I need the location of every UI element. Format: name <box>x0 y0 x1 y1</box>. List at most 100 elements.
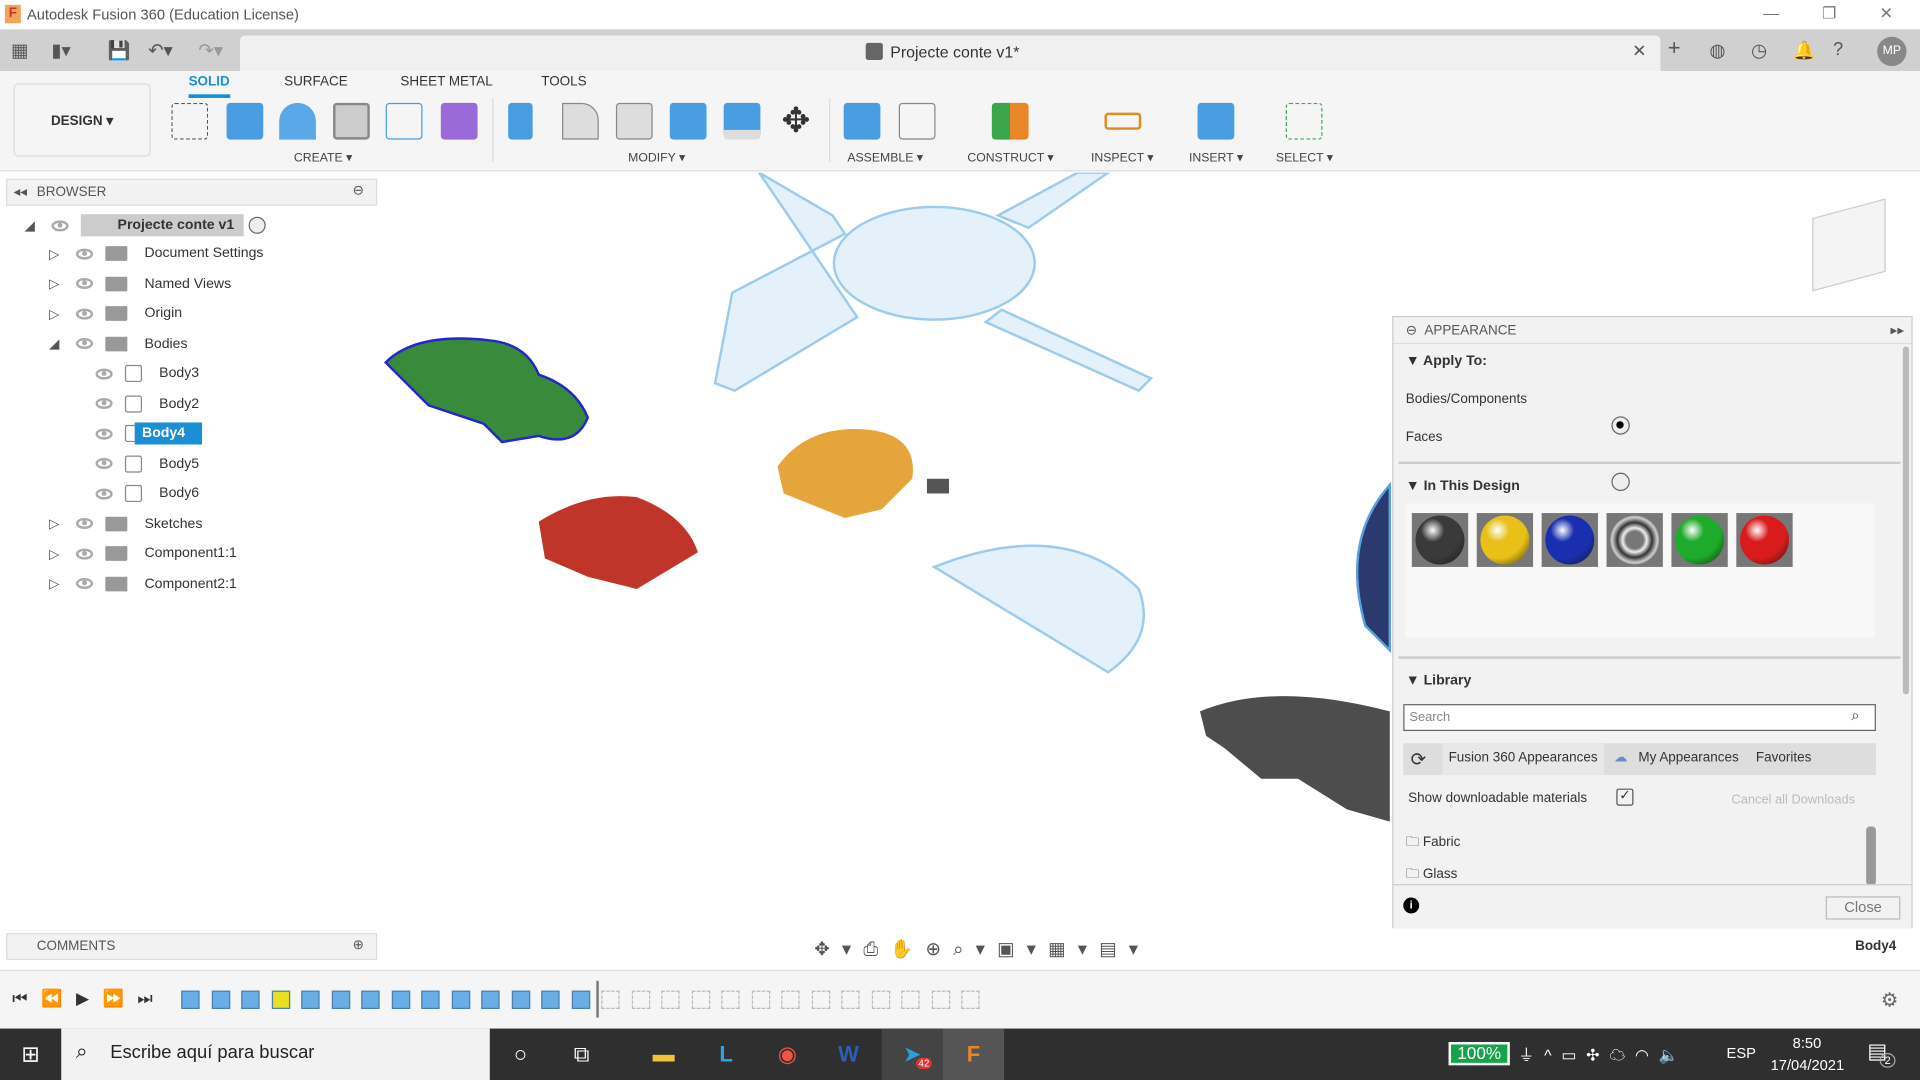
timeline-feature[interactable] <box>451 990 470 1009</box>
undo-icon[interactable]: ↶▾ <box>148 39 173 61</box>
visibility-icon[interactable] <box>75 338 94 350</box>
activate-icon[interactable] <box>248 216 267 234</box>
timeline-feature[interactable] <box>241 990 260 1009</box>
timeline-marker[interactable] <box>596 980 599 1018</box>
fusion-taskbar-icon[interactable]: F <box>942 1028 1005 1080</box>
expand-icon[interactable]: ▷ <box>49 546 76 562</box>
browser-options-icon[interactable]: ⊖ <box>353 182 364 199</box>
timeline-sketch-placeholder[interactable] <box>691 990 710 1009</box>
visibility-icon[interactable] <box>95 398 113 410</box>
task-view-icon[interactable]: ⧉ <box>551 1029 612 1080</box>
timeline-sketch-placeholder[interactable] <box>811 990 830 1009</box>
new-tab-icon[interactable]: + <box>1668 36 1681 62</box>
create-form-icon[interactable] <box>440 102 478 140</box>
folder-glass[interactable]: 🗀 Glass <box>1406 863 1458 886</box>
appearance-swatch[interactable] <box>1671 513 1728 567</box>
construct-menu[interactable]: CONSTRUCT ▾ <box>967 152 1053 165</box>
timeline-feature[interactable] <box>391 990 410 1009</box>
notifications-icon[interactable]: 🔔 <box>1793 39 1816 61</box>
collapse-icon[interactable]: ◢ <box>49 336 76 352</box>
appearance-swatch[interactable] <box>1606 513 1663 567</box>
taskbar-search-input[interactable]: ⌕ Escribe aquí para buscar <box>61 1028 490 1080</box>
tab-sheet-metal[interactable]: SHEET METAL <box>400 75 492 90</box>
in-design-section[interactable]: ▼ In This Design <box>1406 479 1520 494</box>
tree-item[interactable]: Body2 <box>24 389 379 419</box>
save-icon[interactable]: 💾 <box>108 39 131 61</box>
timeline-sketch-placeholder[interactable] <box>961 990 980 1009</box>
tree-item[interactable]: ◢ Bodies <box>24 329 379 359</box>
tab-favorites[interactable]: Favorites <box>1756 751 1811 766</box>
timeline-sketch-placeholder[interactable] <box>931 990 950 1009</box>
timeline-feature[interactable] <box>181 990 200 1009</box>
tree-item[interactable]: ▷ Document Settings <box>24 239 379 269</box>
extrude-icon[interactable] <box>226 102 264 140</box>
expand-icon[interactable]: ▷ <box>49 276 76 292</box>
inspect-menu[interactable]: INSPECT ▾ <box>1091 152 1153 165</box>
timeline-feature[interactable] <box>421 990 440 1009</box>
file-explorer-icon[interactable]: ▬ <box>633 1029 694 1080</box>
collapse-browser-icon[interactable]: ◂◂ <box>13 184 27 200</box>
tab-solid[interactable]: SOLID <box>188 75 230 98</box>
tree-item[interactable]: Body3 <box>24 359 379 389</box>
apps-grid-icon[interactable]: ▦ <box>11 39 28 61</box>
tree-item[interactable]: ▷ Origin <box>24 299 379 329</box>
timeline-playback-controls[interactable]: ⏮⏪▶⏩⏭ <box>12 988 166 1009</box>
select-menu[interactable]: SELECT ▾ <box>1276 152 1333 165</box>
radio-faces[interactable] <box>1611 472 1630 492</box>
fillet-icon[interactable] <box>562 102 599 140</box>
collapse-icon[interactable]: ◢ <box>24 217 51 234</box>
battery-indicator[interactable]: 100% <box>1448 1042 1510 1066</box>
create-sketch-icon[interactable] <box>171 102 209 140</box>
timeline-sketch-placeholder[interactable] <box>781 990 800 1009</box>
workspace-switcher[interactable]: DESIGN ▾ <box>13 83 151 157</box>
navigation-tools[interactable]: ✥▾⎙✋⊕⌕▾▣▾▦▾▤▾ <box>814 938 1150 960</box>
visibility-icon[interactable] <box>95 368 113 380</box>
timeline-sketch-placeholder[interactable] <box>601 990 620 1009</box>
create-menu[interactable]: CREATE ▾ <box>294 152 352 165</box>
visibility-icon[interactable] <box>75 308 94 320</box>
close-button[interactable]: Close <box>1825 896 1901 920</box>
system-tray-icons[interactable]: ⏚^▭✣☁◠🔈 <box>1518 1042 1688 1065</box>
folder-list-scrollbar[interactable] <box>1866 826 1876 886</box>
modify-menu[interactable]: MODIFY ▾ <box>628 152 685 165</box>
tree-item[interactable]: Body6 <box>24 479 379 509</box>
cancel-downloads-link[interactable]: Cancel all Downloads <box>1731 792 1855 807</box>
insert-image-icon[interactable] <box>1197 102 1235 140</box>
timeline-settings-icon[interactable]: ⚙ <box>1881 988 1899 1012</box>
new-component-icon[interactable] <box>843 102 881 140</box>
minimize-button[interactable]: — <box>1763 4 1779 22</box>
timeline-feature[interactable] <box>271 990 290 1009</box>
refresh-icon[interactable]: ⟳ <box>1411 748 1426 770</box>
library-section[interactable]: ▼ Library <box>1406 673 1472 688</box>
cortana-icon[interactable]: ○ <box>490 1029 551 1080</box>
search-icon[interactable]: ⌕ <box>1851 707 1859 725</box>
offset-plane-icon[interactable] <box>991 102 1029 140</box>
word-icon[interactable]: W <box>818 1029 879 1080</box>
close-window-button[interactable]: ✕ <box>1880 4 1893 24</box>
redo-icon[interactable]: ↷▾ <box>198 39 223 61</box>
visibility-icon[interactable] <box>95 488 113 500</box>
folder-fabric[interactable]: 🗀 Fabric <box>1406 831 1461 854</box>
timeline-feature[interactable] <box>571 990 590 1009</box>
timeline-feature[interactable] <box>331 990 350 1009</box>
visibility-icon[interactable] <box>75 548 94 560</box>
tree-item[interactable]: ▷ Component1:1 <box>24 539 379 569</box>
show-downloadable-checkbox[interactable]: ✓ <box>1616 788 1634 806</box>
assemble-menu[interactable]: ASSEMBLE ▾ <box>847 152 923 165</box>
timeline-feature[interactable] <box>541 990 560 1009</box>
timeline-feature[interactable] <box>481 990 500 1009</box>
windows-start-icon[interactable]: ⊞ <box>0 1029 61 1080</box>
tab-my-appearances[interactable]: My Appearances <box>1638 751 1738 766</box>
close-tab-icon[interactable]: ✕ <box>1632 40 1646 61</box>
clock-time[interactable]: 8:50 <box>1793 1035 1822 1052</box>
panel-scrollbar[interactable] <box>1902 346 1909 695</box>
press-pull-icon[interactable] <box>508 102 533 140</box>
timeline-feature[interactable] <box>361 990 380 1009</box>
hole-icon[interactable] <box>333 102 370 140</box>
select-icon[interactable] <box>1285 102 1323 140</box>
tab-surface[interactable]: SURFACE <box>284 75 348 90</box>
expand-icon[interactable]: ▷ <box>49 306 76 322</box>
app-l-icon[interactable]: L <box>696 1029 757 1080</box>
visibility-icon[interactable] <box>75 578 94 590</box>
timeline-sketch-placeholder[interactable] <box>631 990 650 1009</box>
